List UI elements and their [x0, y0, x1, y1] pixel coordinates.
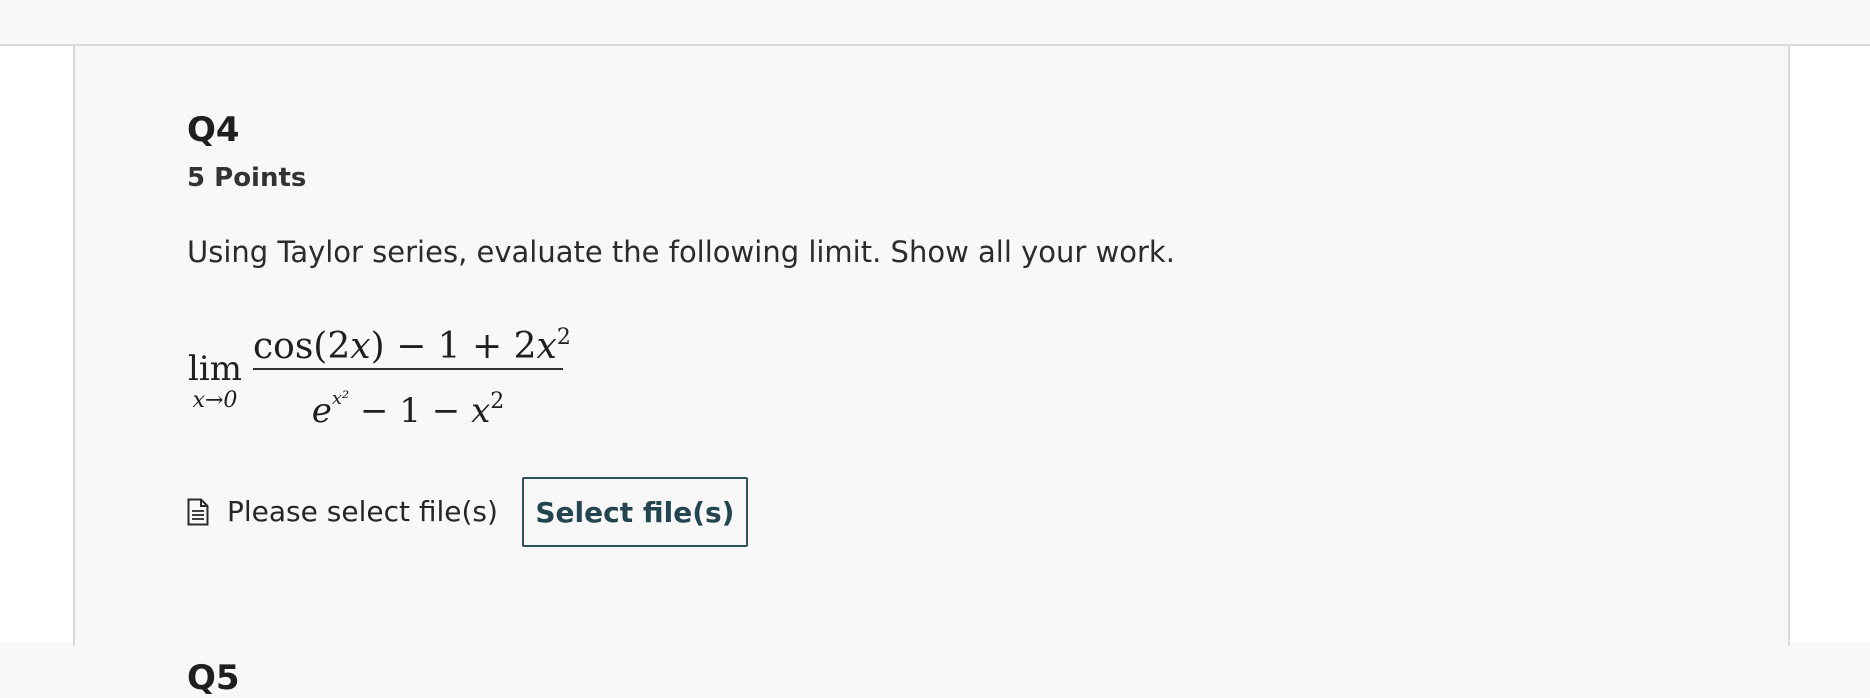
limit-numerator: cos(2x) − 1 + 2x2	[253, 314, 571, 367]
file-upload-row: Please select file(s) Select file(s)	[187, 476, 748, 548]
question-points: 5 Points	[187, 163, 307, 193]
question-title: Q4	[187, 110, 240, 150]
denominator-display: ex² − 1 − x2	[311, 388, 505, 431]
fraction-line	[253, 368, 563, 370]
file-selection-status: Please select file(s)	[227, 495, 498, 528]
numerator-display: cos(2x) − 1 + 2x2	[253, 325, 571, 367]
file-text-icon	[187, 498, 209, 526]
limit-fraction: cos(2x) − 1 + 2x2 ex² − 1 − x2	[253, 314, 571, 431]
limit-operator-block: lim x→0	[185, 350, 245, 414]
limit-denominator: ex² − 1 − x2	[253, 376, 563, 431]
top-header-bar	[0, 0, 1870, 46]
limit-operator: lim	[188, 349, 242, 389]
question-card: Q4 5 Points Using Taylor series, evaluat…	[73, 46, 1790, 698]
next-question-title: Q5	[187, 658, 240, 698]
limit-subscript: x→0	[192, 388, 238, 413]
select-files-button[interactable]: Select file(s)	[521, 477, 748, 547]
question-prompt: Using Taylor series, evaluate the follow…	[187, 235, 1175, 269]
